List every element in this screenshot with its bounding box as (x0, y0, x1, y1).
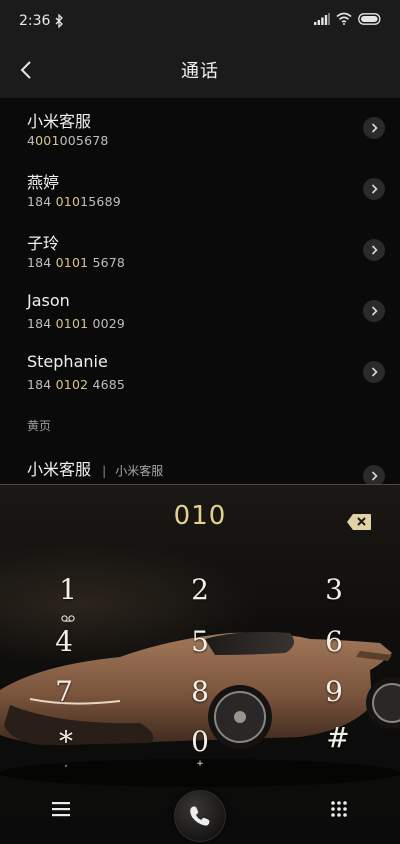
chevron-right-icon (371, 367, 378, 377)
contact-detail-button[interactable] (363, 117, 385, 139)
contact-name: Stephanie (27, 352, 108, 371)
bottom-bar (0, 766, 400, 844)
page-title: 通话 (181, 61, 219, 82)
contact-name: 子玲 (27, 234, 60, 253)
contact-name: 燕婷 (27, 173, 60, 192)
contact-detail-button[interactable] (363, 239, 385, 261)
contact-row[interactable]: 燕婷 184 01015689 (0, 159, 400, 219)
key-2[interactable]: 2 (160, 573, 240, 629)
key-4[interactable]: 4 (24, 625, 104, 681)
contact-name: 小米客服 (27, 112, 92, 131)
key-1[interactable]: 1 (28, 573, 108, 629)
contact-name: Jason (27, 291, 70, 310)
contact-detail-button[interactable] (363, 300, 385, 322)
contact-row[interactable]: Jason 184 0101 0029 (0, 281, 400, 341)
contact-number: 4001005678 (27, 133, 109, 148)
key-5[interactable]: 5 (160, 625, 240, 681)
contact-number: 184 0102 4685 (27, 377, 126, 392)
bluetooth-icon (55, 14, 64, 28)
contact-number: 184 01015689 (27, 194, 121, 209)
yellow-pages-row[interactable]: 小米客服 | 小米客服 4001005678 (0, 446, 400, 484)
contact-row[interactable]: 子玲 184 0101 5678 (0, 220, 400, 280)
contact-row[interactable]: Stephanie 184 0102 4685 (0, 342, 400, 402)
status-bar: 2:36 (0, 0, 400, 42)
status-time: 2:36 (19, 13, 51, 29)
key-6[interactable]: 6 (294, 625, 374, 681)
status-icons (314, 12, 382, 25)
key-7[interactable]: 7 (24, 675, 104, 731)
battery-icon (358, 12, 381, 25)
chevron-right-icon (371, 471, 378, 481)
chevron-right-icon (371, 245, 378, 255)
section-label-yellow-pages: 黄页 (27, 419, 52, 433)
contact-number: 184 0101 0029 (27, 316, 126, 331)
key-8[interactable]: 8 (160, 675, 240, 731)
chevron-right-icon (371, 306, 378, 316)
chevron-right-icon (371, 123, 378, 133)
signal-icon (314, 12, 330, 25)
wifi-icon (336, 12, 352, 25)
yellow-pages-detail-button[interactable] (363, 465, 385, 484)
chevron-left-icon (20, 61, 31, 79)
contact-row[interactable]: 小米客服 4001005678 (0, 98, 400, 158)
contact-detail-button[interactable] (363, 178, 385, 200)
backspace-icon[interactable] (346, 513, 372, 531)
dialed-number: 010 (173, 501, 227, 531)
keypad-icon[interactable] (330, 800, 348, 818)
back-button[interactable] (12, 56, 40, 84)
contact-number: 184 0101 5678 (27, 255, 126, 270)
yellow-pages-name: 小米客服 | 小米客服 (27, 460, 164, 479)
nav-bar: 通话 (0, 42, 400, 98)
search-results: 小米客服 4001005678 燕婷 184 01015689 子玲 184 0… (0, 98, 400, 484)
phone-icon (190, 806, 210, 826)
chevron-right-icon (371, 184, 378, 194)
contact-detail-button[interactable] (363, 361, 385, 383)
menu-icon[interactable] (50, 800, 72, 818)
key-3[interactable]: 3 (294, 573, 374, 629)
voicemail-icon (61, 615, 75, 622)
call-button[interactable] (174, 790, 226, 842)
